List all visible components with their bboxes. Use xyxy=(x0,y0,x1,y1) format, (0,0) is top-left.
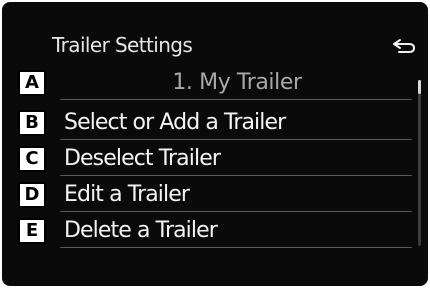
menu-item-deselect-trailer[interactable]: Deselect Trailer xyxy=(2,142,412,176)
menu-item-label: Deselect Trailer xyxy=(64,146,221,171)
row-divider xyxy=(60,139,412,140)
menu-item-label: Edit a Trailer xyxy=(64,182,190,207)
menu-item-edit-trailer[interactable]: Edit a Trailer xyxy=(2,178,412,212)
scrollbar-thumb[interactable] xyxy=(418,80,421,94)
menu-item-delete-trailer[interactable]: Delete a Trailer xyxy=(2,214,412,248)
callout-label-b: B xyxy=(18,110,46,136)
trailer-settings-screen: Trailer Settings 1. My Trailer Select or… xyxy=(2,2,428,286)
page-title: Trailer Settings xyxy=(52,33,193,57)
screen-header: Trailer Settings xyxy=(2,2,428,60)
menu-item-label: Delete a Trailer xyxy=(64,218,218,243)
scrollbar[interactable] xyxy=(418,80,421,246)
callout-label-a: A xyxy=(18,70,46,96)
row-divider xyxy=(60,99,412,100)
row-divider xyxy=(60,247,412,248)
current-trailer-row: 1. My Trailer xyxy=(2,66,412,100)
callout-label-c: C xyxy=(18,146,46,172)
current-trailer-label: 1. My Trailer xyxy=(172,70,302,95)
back-arrow-icon xyxy=(393,39,416,53)
callout-label-e: E xyxy=(18,218,46,244)
back-button[interactable] xyxy=(390,36,418,56)
menu-item-label: Select or Add a Trailer xyxy=(64,110,286,135)
row-divider xyxy=(60,175,412,176)
row-divider xyxy=(60,211,412,212)
menu-item-select-or-add-trailer[interactable]: Select or Add a Trailer xyxy=(2,106,412,140)
callout-label-d: D xyxy=(18,182,46,208)
